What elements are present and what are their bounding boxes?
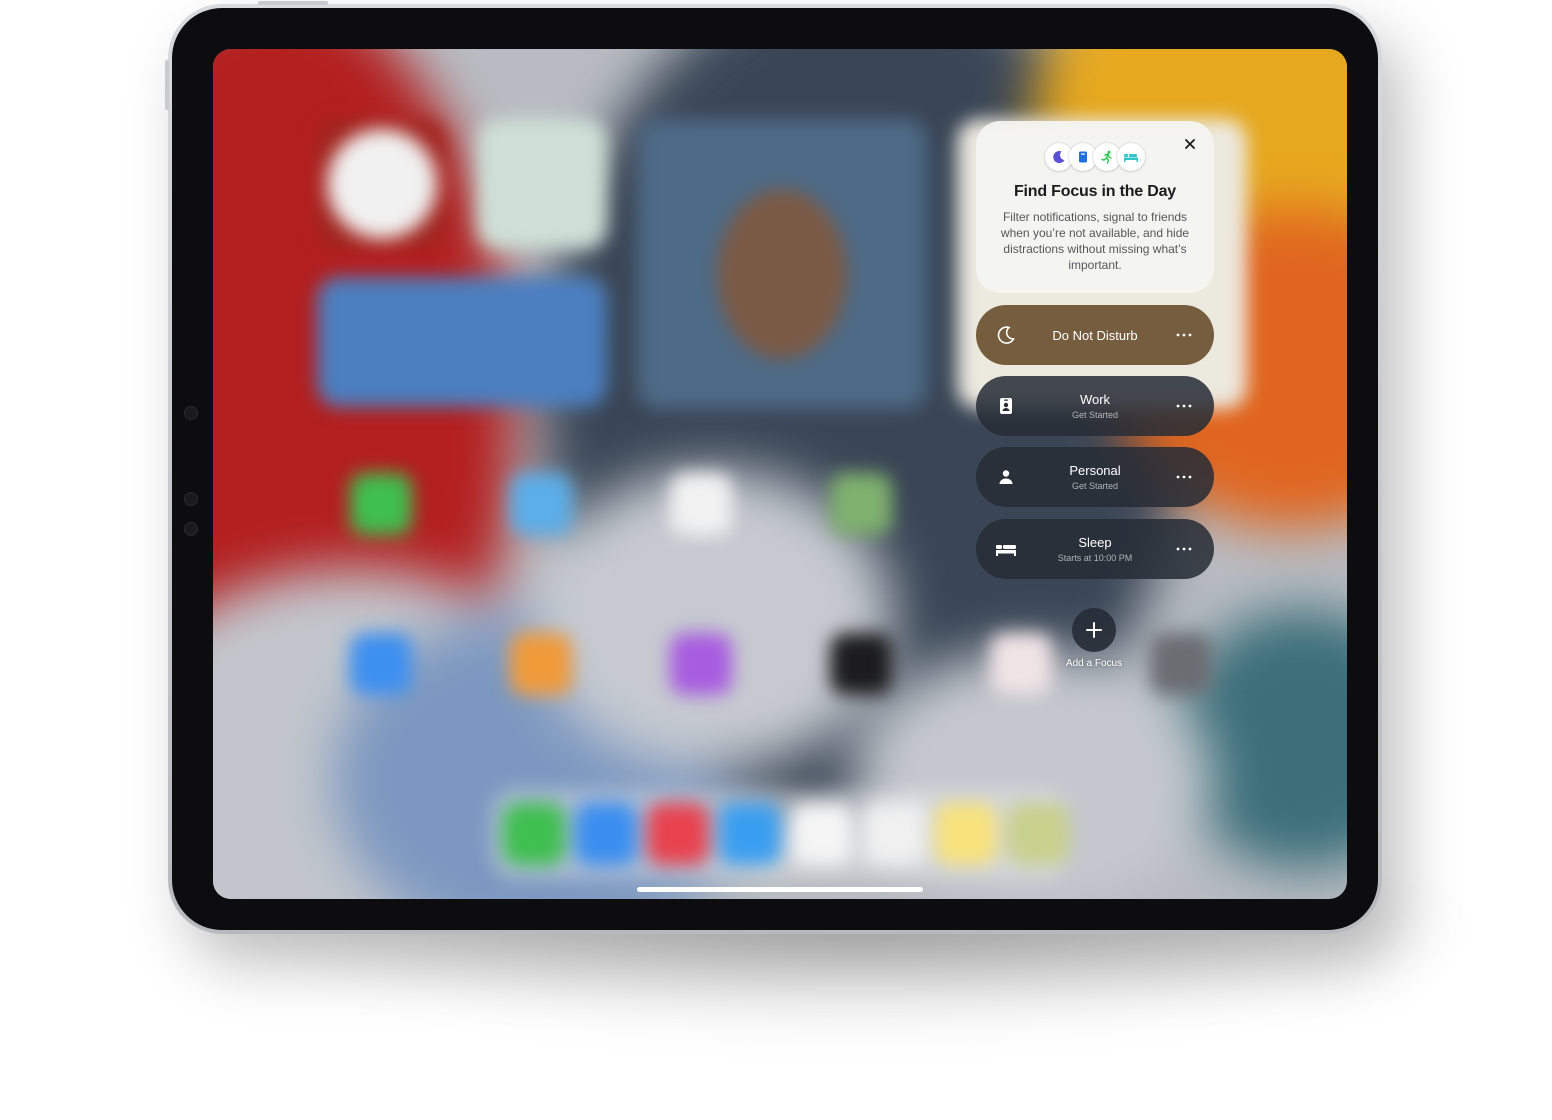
camera-dot [184, 492, 198, 506]
badge-icon [994, 394, 1018, 418]
news-app-icon [990, 633, 1052, 695]
focus-mode-sleep[interactable]: Sleep Starts at 10:00 PM [976, 519, 1214, 579]
focus-mode-name: Do Not Disturb [1052, 327, 1138, 343]
bed-icon [1117, 143, 1145, 171]
notes-app-icon [935, 803, 997, 865]
more-options-icon[interactable] [1174, 396, 1194, 416]
focus-mode-text: Work Get Started [1026, 376, 1164, 436]
focus-mode-text: Personal Get Started [1026, 447, 1164, 507]
safari-app-icon [575, 803, 637, 865]
focus-mode-work[interactable]: Work Get Started [976, 376, 1214, 436]
maps-app-icon [830, 473, 892, 535]
bezel: Find Focus in the Day Filter notificatio… [172, 8, 1378, 930]
podcasts-app-icon [670, 633, 732, 695]
focus-icon-row [976, 143, 1214, 173]
clock-widget [317, 119, 447, 249]
reminders-app-icon [670, 473, 732, 535]
product-render: Find Focus in the Day Filter notificatio… [0, 0, 1552, 1120]
volume-button [165, 60, 169, 110]
camera-dot [184, 522, 198, 536]
books-app-icon [510, 633, 572, 695]
focus-mode-subtitle: Get Started [1071, 410, 1119, 420]
settings-app-icon [1150, 633, 1212, 695]
camera-dot [184, 406, 198, 420]
focus-intro-title: Find Focus in the Day [1013, 183, 1177, 200]
focus-mode-personal[interactable]: Personal Get Started [976, 447, 1214, 507]
more-options-icon[interactable] [1174, 325, 1194, 345]
weather-widget [317, 277, 607, 407]
dock [491, 789, 1069, 879]
focus-intro-card: Find Focus in the Day Filter notificatio… [976, 121, 1214, 293]
maps-widget [477, 119, 607, 249]
ipad-device: Find Focus in the Day Filter notificatio… [165, 1, 1382, 934]
add-focus-label: Add a Focus [1065, 658, 1123, 669]
focus-mode-name: Sleep [1078, 535, 1112, 550]
focus-intro-description: Filter notifications, signal to friends … [1000, 210, 1190, 272]
photos-app-icon [863, 803, 925, 865]
top-button [258, 1, 328, 5]
plus-icon [1086, 622, 1102, 638]
focus-mode-text: Do Not Disturb [1026, 305, 1164, 365]
calendar-app-icon [791, 803, 853, 865]
focus-mode-subtitle: Starts at 10:00 PM [1057, 553, 1133, 563]
focus-mode-name: Personal [1069, 463, 1121, 478]
more-options-icon[interactable] [1174, 539, 1194, 559]
files-app-icon [510, 473, 572, 535]
add-focus-button[interactable] [1072, 608, 1116, 652]
messages-app-icon [503, 803, 565, 865]
person-icon [994, 465, 1018, 489]
focus-mode-text: Sleep Starts at 10:00 PM [1026, 519, 1164, 579]
photo-widget [637, 119, 927, 409]
facetime-app-icon [350, 473, 412, 535]
app-store-icon [350, 633, 412, 695]
focus-mode-do-not-disturb[interactable]: Do Not Disturb [976, 305, 1214, 365]
tv-app-icon [830, 633, 892, 695]
freeform-app-icon [1007, 803, 1069, 865]
bed-icon [994, 537, 1018, 561]
music-app-icon [647, 803, 709, 865]
home-indicator[interactable] [637, 887, 923, 892]
focus-mode-name: Work [1079, 392, 1111, 407]
mail-app-icon [719, 803, 781, 865]
screen: Find Focus in the Day Filter notificatio… [213, 49, 1347, 899]
moon-icon [994, 323, 1018, 347]
more-options-icon[interactable] [1174, 467, 1194, 487]
focus-mode-subtitle: Get Started [1071, 481, 1119, 491]
